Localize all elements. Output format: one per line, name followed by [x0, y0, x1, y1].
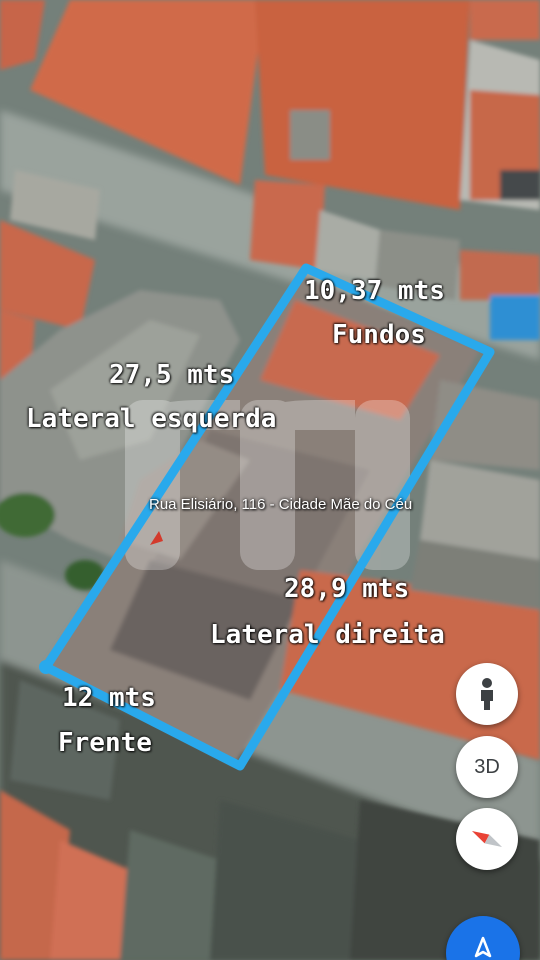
back-side-label: Fundos	[332, 320, 426, 350]
compass-icon	[471, 831, 503, 847]
map-address-label: Rua Elisiário, 116 - Cidade Mãe do Céu	[149, 496, 413, 513]
left-side-label: Lateral esquerda	[26, 404, 277, 434]
pegman-icon	[481, 678, 493, 710]
three-d-label: 3D	[474, 755, 500, 778]
street-view-button[interactable]	[456, 663, 518, 725]
front-side-label: Frente	[58, 728, 152, 758]
map-view[interactable]: 10,37 mts Fundos 27,5 mts Lateral esquer…	[0, 0, 540, 960]
front-length-label: 12 mts	[62, 683, 156, 713]
right-length-label: 28,9 mts	[284, 574, 410, 604]
compass-button[interactable]	[456, 808, 518, 870]
left-length-label: 27,5 mts	[109, 360, 235, 390]
satellite-imagery	[0, 0, 540, 960]
navigation-arrow-icon	[474, 936, 492, 958]
right-side-label: Lateral direita	[210, 620, 445, 650]
back-length-label: 10,37 mts	[304, 276, 445, 306]
three-d-toggle-button[interactable]: 3D	[456, 736, 518, 798]
